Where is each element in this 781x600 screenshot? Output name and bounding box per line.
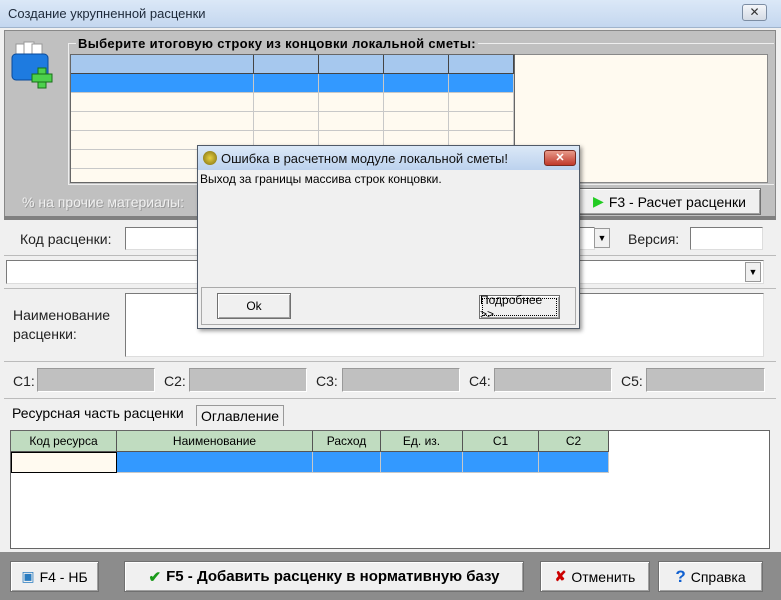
details-button[interactable]: Подробнее >> (479, 293, 560, 321)
grid-cell[interactable] (384, 112, 449, 131)
question-icon: ? (675, 566, 686, 586)
divider (4, 398, 776, 399)
grid-cell[interactable] (71, 93, 254, 112)
grid-cell[interactable] (11, 452, 117, 473)
help-button[interactable]: ? Справка (658, 561, 763, 592)
calculate-button[interactable]: ▶ F3 - Расчет расценки (578, 188, 761, 215)
dialog-close-button[interactable]: ✕ (544, 150, 576, 166)
grid-header-cell[interactable] (319, 55, 384, 74)
c5-field (646, 368, 765, 392)
help-label: Справка (690, 568, 746, 585)
coins-icon (203, 151, 217, 165)
f4-label: F4 - НБ (39, 568, 88, 585)
version-label: Версия: (628, 231, 680, 247)
cancel-label: Отменить (571, 568, 636, 585)
grid-cell[interactable] (71, 112, 254, 131)
c2-field (189, 368, 307, 392)
c4-label: C4: (469, 373, 491, 389)
ok-button[interactable]: Ok (217, 293, 291, 319)
c3-field (342, 368, 460, 392)
code-dropdown-arrow[interactable]: ▼ (594, 228, 610, 248)
window-title: Создание укрупненной расценки (8, 6, 206, 21)
grid-cell[interactable] (319, 74, 384, 93)
column-header[interactable]: Ед. из. (381, 431, 463, 452)
grid-cell[interactable] (449, 74, 514, 93)
grid-header-cell[interactable] (449, 55, 514, 74)
grid-legend: Выберите итоговую строку из концовки лок… (76, 36, 478, 51)
column-header[interactable]: C2 (539, 431, 609, 452)
grid-cell[interactable] (449, 112, 514, 131)
grid-cell[interactable] (384, 74, 449, 93)
grid-cell[interactable] (319, 112, 384, 131)
grid-cell[interactable] (381, 452, 463, 473)
cross-icon: ✘ (554, 568, 567, 584)
c3-label: C3: (316, 373, 338, 389)
code-label: Код расценки: (20, 231, 112, 247)
name-label-2: расценки: (13, 326, 77, 342)
close-button[interactable]: ✕ (742, 4, 767, 21)
c1-label: C1: (13, 373, 35, 389)
grid-cell[interactable] (71, 74, 254, 93)
tab-contents[interactable]: Оглавление (196, 405, 285, 426)
grid-cell[interactable] (254, 112, 319, 131)
column-header[interactable]: Расход (313, 431, 381, 452)
resource-grid[interactable]: Код ресурса Наименование Расход Ед. из. C1 C2 (10, 430, 770, 549)
grid-cell[interactable] (384, 93, 449, 112)
version-input[interactable] (690, 227, 763, 250)
c4-field (494, 368, 612, 392)
c2-label: C2: (164, 373, 186, 389)
error-dialog: Ошибка в расчетном модуле локальной смет… (197, 145, 580, 329)
checkmark-icon: ✔ (148, 568, 162, 586)
c1-field (37, 368, 155, 392)
grid-header-cell[interactable] (384, 55, 449, 74)
grid-cell[interactable] (254, 74, 319, 93)
calculate-label: F3 - Расчет расценки (608, 193, 746, 210)
grid-cell[interactable] (539, 452, 609, 473)
grid-cell[interactable] (254, 93, 319, 112)
grid-cell[interactable] (313, 452, 381, 473)
grid-cell[interactable] (463, 452, 539, 473)
add-rate-icon (10, 40, 60, 90)
dialog-message: Выход за границы массива строк концовки. (200, 172, 442, 186)
column-header[interactable]: Код ресурса (11, 431, 117, 452)
cube-icon: ▣ (21, 568, 35, 584)
category-dropdown-arrow[interactable]: ▼ (745, 262, 761, 282)
grid-header-cell[interactable] (71, 55, 254, 74)
grid-cell[interactable] (449, 93, 514, 112)
add-label: F5 - Добавить расценку в нормативную баз… (166, 568, 500, 585)
c5-label: C5: (621, 373, 643, 389)
grid-cell[interactable] (117, 452, 313, 473)
tab-resources[interactable]: Ресурсная часть расценки (8, 403, 188, 424)
add-to-base-button[interactable]: ✔ F5 - Добавить расценку в нормативную ба… (124, 561, 524, 592)
divider (4, 361, 776, 362)
dialog-title: Ошибка в расчетном модуле локальной смет… (221, 151, 508, 166)
cancel-button[interactable]: ✘ Отменить (540, 561, 650, 592)
play-icon: ▶ (593, 193, 604, 209)
grid-header-cell[interactable] (254, 55, 319, 74)
column-header[interactable]: Наименование (117, 431, 313, 452)
grid-cell[interactable] (319, 93, 384, 112)
materials-label: % на прочие материалы: (22, 194, 185, 210)
column-header[interactable]: C1 (463, 431, 539, 452)
f4-button[interactable]: ▣ F4 - НБ (10, 561, 99, 592)
name-label-1: Наименование (13, 307, 111, 323)
